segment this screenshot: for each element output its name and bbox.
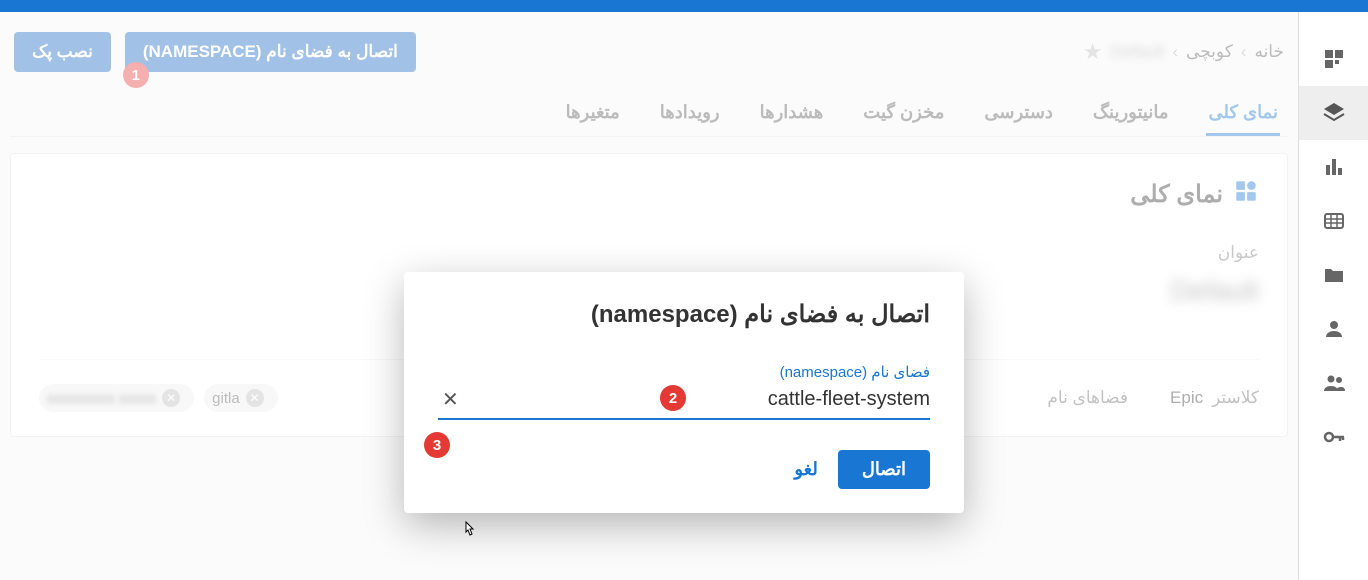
step-badge-3: 3	[424, 432, 450, 458]
namespace-input[interactable]	[459, 388, 930, 411]
modal-actions: اتصال 3 لغو	[438, 450, 930, 489]
connect-button[interactable]: اتصال	[838, 450, 930, 489]
modal-title: اتصال به فضای نام (namespace)	[438, 300, 930, 329]
nav-grid[interactable]	[1299, 194, 1368, 248]
step-badge-2: 2	[660, 385, 686, 411]
nav-analytics[interactable]	[1299, 140, 1368, 194]
nav-user[interactable]	[1299, 302, 1368, 356]
connect-namespace-modal: اتصال به فضای نام (namespace) فضای نام (…	[404, 272, 964, 513]
clear-icon[interactable]: ✕	[442, 387, 459, 412]
nav-dashboard[interactable]	[1299, 32, 1368, 86]
field-label: فضای نام (namespace)	[438, 363, 930, 381]
nav-key[interactable]	[1299, 410, 1368, 464]
cancel-button[interactable]: لغو	[794, 459, 817, 480]
nav-users[interactable]	[1299, 356, 1368, 410]
nav-folder[interactable]	[1299, 248, 1368, 302]
cursor-icon	[460, 520, 478, 547]
field-input-row: 2 ✕	[438, 387, 930, 420]
nav-layers[interactable]	[1299, 86, 1368, 140]
namespace-field: فضای نام (namespace) 2 ✕	[438, 363, 930, 420]
sidebar-nav	[1298, 12, 1368, 580]
top-bar	[0, 0, 1368, 12]
